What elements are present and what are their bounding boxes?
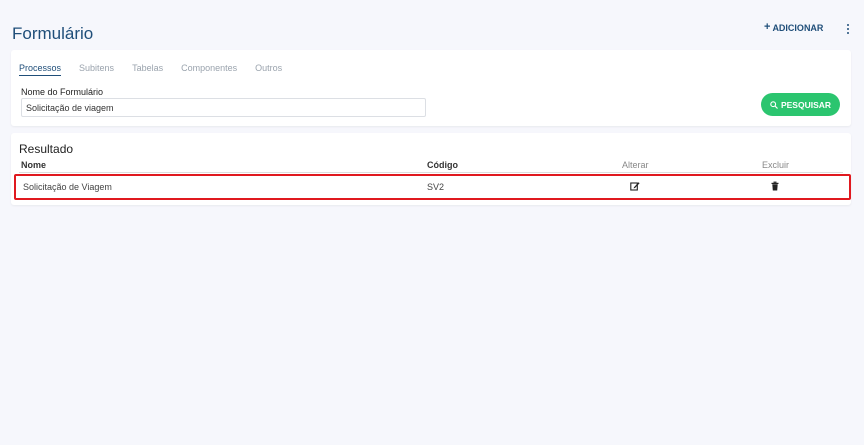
- add-button-label: ADICIONAR: [772, 22, 824, 33]
- result-title: Resultado: [19, 142, 74, 156]
- column-header-excluir: Excluir: [762, 160, 790, 170]
- tab-bar: Processos Subitens Tabelas Componentes O…: [19, 63, 300, 76]
- edit-icon[interactable]: [630, 181, 640, 191]
- form-name-input[interactable]: [21, 98, 426, 117]
- tab-componentes[interactable]: Componentes: [181, 63, 237, 76]
- trash-icon[interactable]: [770, 181, 780, 191]
- search-panel: Processos Subitens Tabelas Componentes O…: [11, 50, 851, 126]
- tab-tabelas[interactable]: Tabelas: [132, 63, 163, 76]
- add-button[interactable]: + ADICIONAR: [764, 22, 823, 33]
- header-divider: [19, 172, 843, 173]
- tab-processos[interactable]: Processos: [19, 63, 62, 76]
- page-title: Formulário: [12, 24, 94, 43]
- tab-subitens[interactable]: Subitens: [79, 63, 114, 76]
- tab-outros[interactable]: Outros: [255, 63, 282, 76]
- column-header-codigo: Código: [427, 160, 458, 170]
- cell-codigo: SV2: [427, 182, 445, 192]
- column-header-nome: Nome: [21, 160, 47, 170]
- more-vertical-icon[interactable]: [842, 22, 854, 36]
- form-name-label: Nome do Formulário: [21, 87, 104, 97]
- plus-icon: +: [764, 21, 771, 33]
- result-panel: Resultado Nome Código Alterar Excluir So…: [11, 133, 851, 205]
- table-header: Nome Código Alterar Excluir: [11, 160, 851, 171]
- search-button[interactable]: PESQUISAR: [761, 93, 840, 116]
- cell-nome: Solicitação de Viagem: [23, 182, 112, 192]
- search-icon: [770, 100, 778, 109]
- search-button-label: PESQUISAR: [780, 99, 832, 110]
- column-header-alterar: Alterar: [622, 160, 649, 170]
- table-row[interactable]: Solicitação de Viagem SV2: [14, 174, 851, 200]
